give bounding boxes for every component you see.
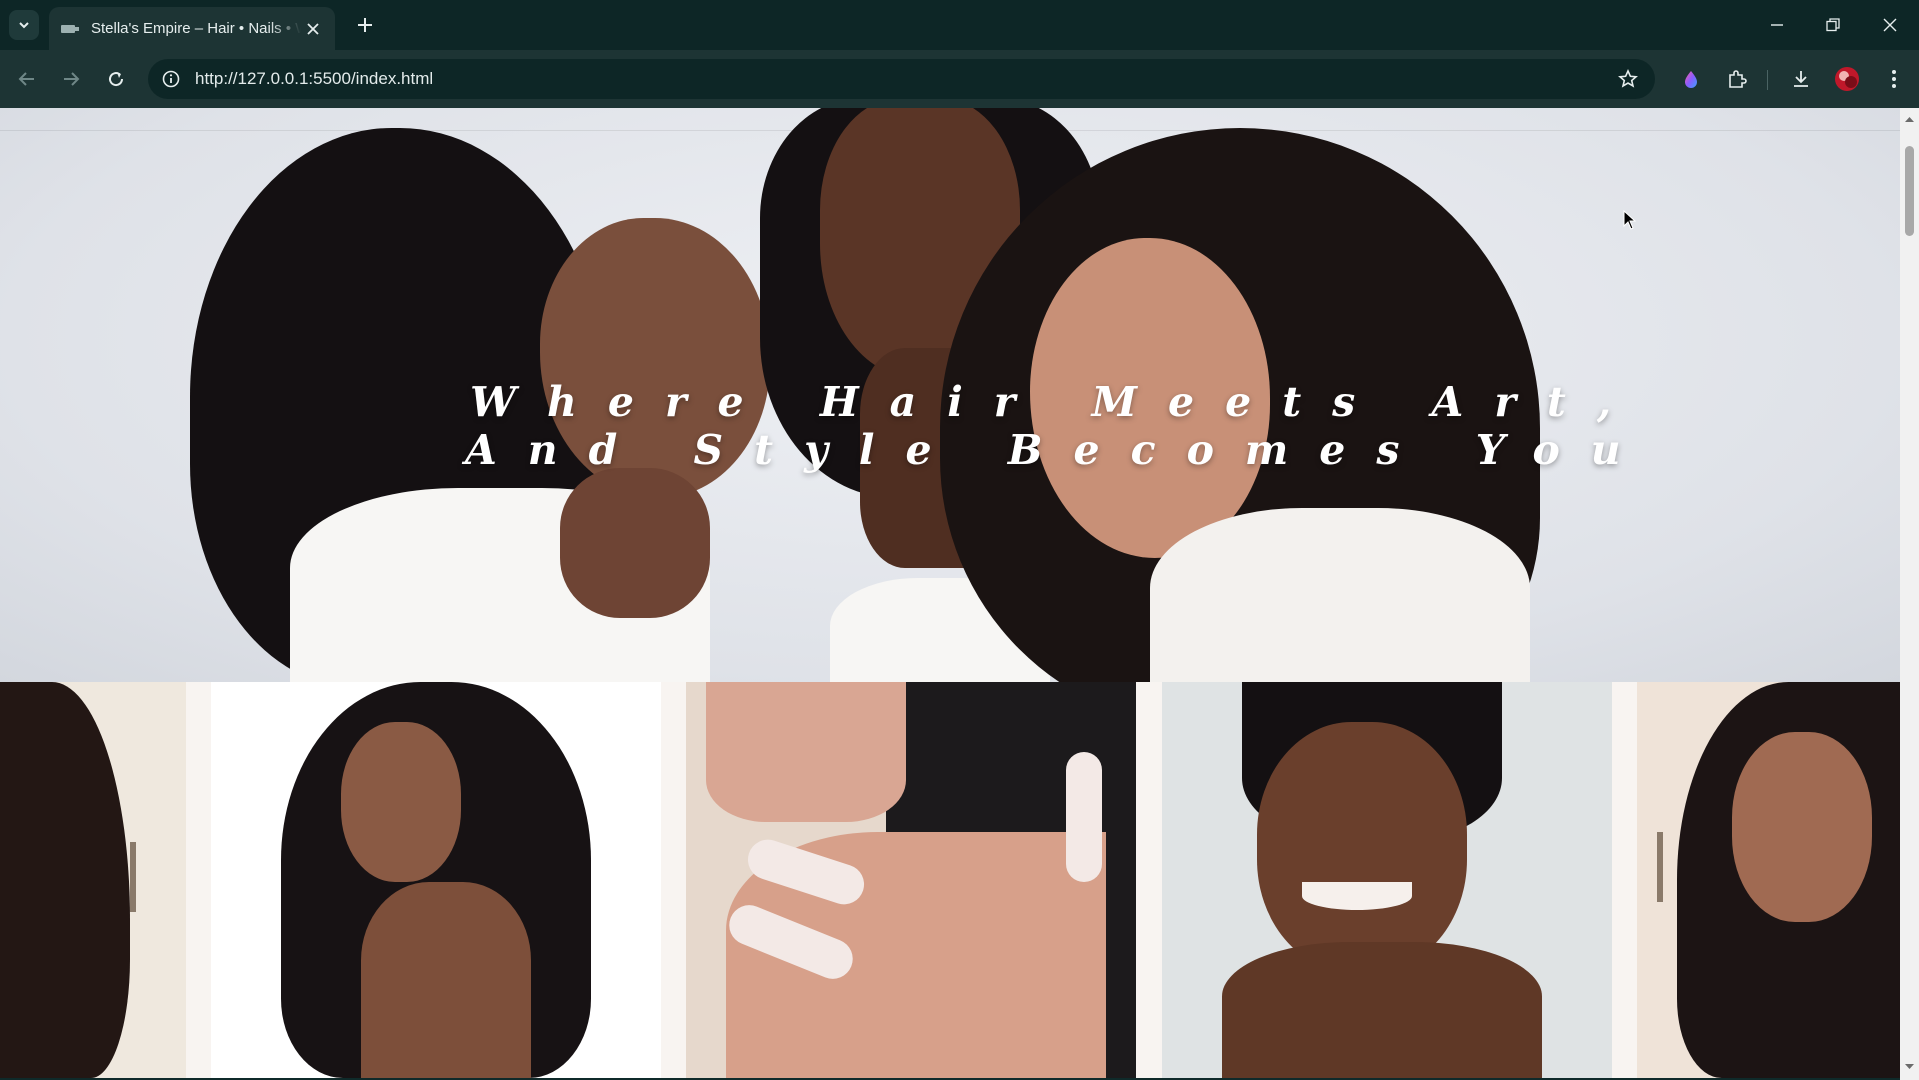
back-button[interactable] (12, 64, 42, 94)
extensions-puzzle-icon[interactable] (1722, 64, 1752, 94)
curly-hair-portrait-icon (0, 682, 130, 1078)
downloads-icon[interactable] (1786, 64, 1816, 94)
page-scrollbar[interactable] (1900, 108, 1919, 1080)
scroll-thumb[interactable] (1905, 146, 1914, 236)
forward-button[interactable] (56, 64, 86, 94)
nail-art-photo-icon (706, 682, 906, 822)
model-face (341, 722, 461, 882)
tab-search-button[interactable] (9, 10, 39, 40)
restore-icon (1826, 18, 1840, 32)
new-tab-button[interactable] (352, 12, 378, 38)
close-tab-icon[interactable] (303, 19, 323, 39)
mouse-cursor-icon (1623, 210, 1637, 230)
hero-heading-line-2: And Style Becomes You (465, 426, 1652, 474)
toolbar-separator (1767, 70, 1768, 90)
smile (1302, 882, 1412, 910)
bookmark-star-icon[interactable] (1615, 66, 1641, 92)
page-viewport: Where Hair Meets Art, And Style Becomes … (0, 108, 1900, 1078)
chevron-down-icon (19, 22, 29, 29)
plus-icon (358, 18, 372, 32)
tab-title: Stella's Empire – Hair • Nails • W (91, 20, 301, 37)
profile-avatar-icon[interactable] (1832, 64, 1862, 94)
active-tab[interactable]: Stella's Empire – Hair • Nails • W (49, 7, 335, 50)
gallery-card[interactable] (1637, 682, 1900, 1078)
scroll-down-arrow-icon[interactable] (1904, 1061, 1915, 1072)
gallery-card[interactable] (0, 682, 186, 1078)
url-text[interactable]: http://127.0.0.1:5500/index.html (195, 69, 433, 89)
address-bar[interactable]: http://127.0.0.1:5500/index.html (148, 59, 1655, 99)
close-window-button[interactable] (1875, 10, 1905, 40)
menu-kebab-icon[interactable] (1879, 64, 1909, 94)
door-handle (1657, 832, 1663, 902)
close-icon (1883, 18, 1897, 32)
reload-icon (109, 72, 124, 87)
minimize-icon (1771, 24, 1783, 26)
tab-favicon-icon (61, 24, 79, 34)
model-face (1257, 722, 1467, 972)
model-face (1732, 732, 1872, 922)
hero-heading-line-1: Where Hair Meets Art, (470, 378, 1643, 426)
tab-strip: Stella's Empire – Hair • Nails • W (0, 0, 1919, 50)
hero-heading: Where Hair Meets Art, And Style Becomes … (465, 378, 1643, 474)
door-handle (130, 842, 136, 912)
site-info-icon[interactable] (158, 66, 184, 92)
gallery-card[interactable] (211, 682, 661, 1078)
browser-toolbar: http://127.0.0.1:5500/index.html (0, 50, 1919, 108)
model-shoulder (1222, 942, 1542, 1078)
gallery-strip (0, 682, 1900, 1078)
hero-section: Where Hair Meets Art, And Style Becomes … (0, 108, 1900, 682)
model-shoulder (361, 882, 531, 1078)
restore-button[interactable] (1818, 10, 1848, 40)
gallery-card[interactable] (1162, 682, 1612, 1078)
extension-color-icon[interactable] (1676, 64, 1706, 94)
arrow-left-icon (18, 72, 34, 86)
arrow-right-icon (64, 72, 80, 86)
scroll-up-arrow-icon[interactable] (1904, 114, 1915, 125)
gallery-card[interactable] (686, 682, 1136, 1078)
nail (1066, 752, 1102, 882)
reload-button[interactable] (101, 64, 131, 94)
minimize-button[interactable] (1762, 10, 1792, 40)
